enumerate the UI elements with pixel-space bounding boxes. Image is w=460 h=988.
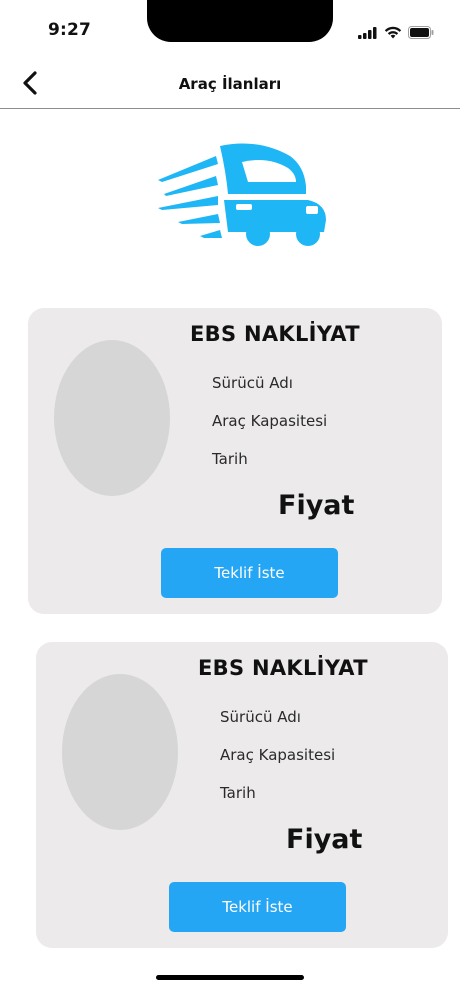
device-notch xyxy=(147,0,333,42)
vehicle-capacity-label: Araç Kapasitesi xyxy=(212,412,328,430)
company-name: EBS NAKLİYAT xyxy=(190,322,360,346)
page-title: Araç İlanları xyxy=(178,75,282,93)
wifi-icon xyxy=(384,24,402,43)
status-bar: 9:27 xyxy=(0,0,460,60)
company-name: EBS NAKLİYAT xyxy=(198,656,368,680)
navigation-header: Araç İlanları xyxy=(0,60,460,109)
date-label: Tarih xyxy=(220,784,256,802)
status-icons xyxy=(358,24,434,43)
price-label: Fiyat xyxy=(278,490,355,521)
vehicle-listing-card: EBS NAKLİYAT Sürücü Adı Araç Kapasitesi … xyxy=(28,308,442,614)
vehicle-capacity-label: Araç Kapasitesi xyxy=(220,746,336,764)
driver-name-label: Sürücü Adı xyxy=(212,374,293,392)
home-indicator[interactable] xyxy=(156,975,304,980)
date-label: Tarih xyxy=(212,450,248,468)
request-offer-button[interactable]: Teklif İste xyxy=(161,548,338,598)
avatar xyxy=(62,674,178,830)
request-offer-button[interactable]: Teklif İste xyxy=(169,882,346,932)
signal-icon xyxy=(358,24,378,43)
driver-name-label: Sürücü Adı xyxy=(220,708,301,726)
battery-icon xyxy=(408,24,434,43)
truck-logo-icon xyxy=(158,142,328,250)
price-label: Fiyat xyxy=(286,824,363,855)
vehicle-listing-card: EBS NAKLİYAT Sürücü Adı Araç Kapasitesi … xyxy=(36,642,448,948)
status-time: 9:27 xyxy=(48,20,92,40)
avatar xyxy=(54,340,170,496)
